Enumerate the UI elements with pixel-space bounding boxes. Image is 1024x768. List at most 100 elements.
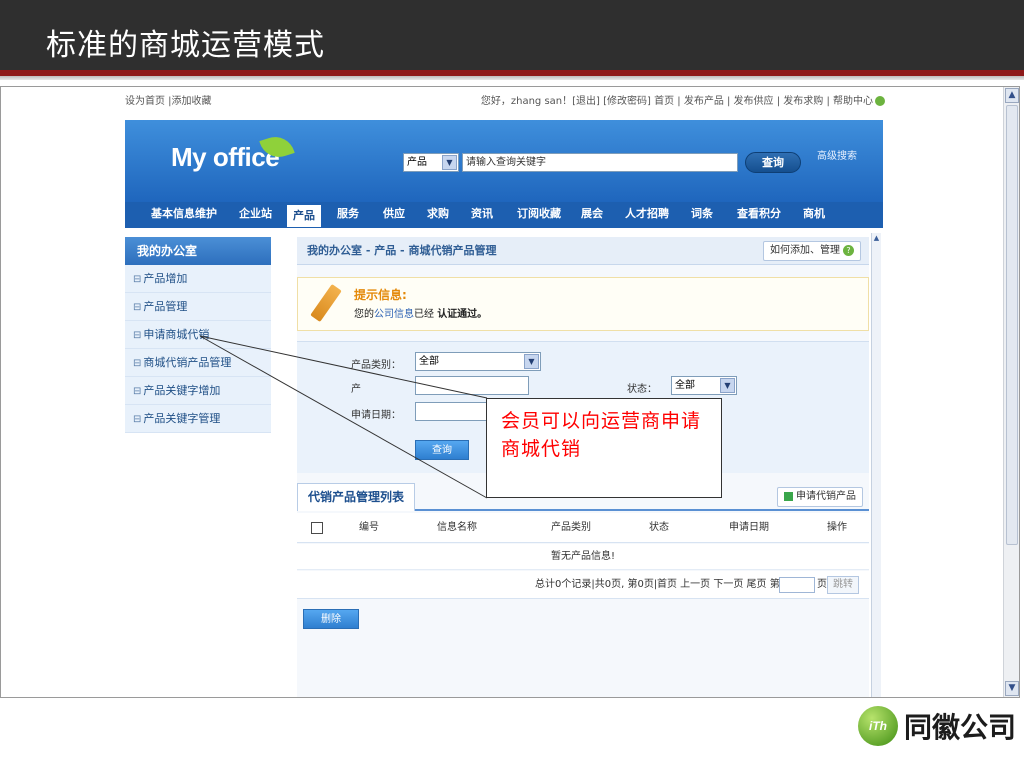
nav-item-supply[interactable]: 供应 <box>383 202 405 226</box>
slide-header: 标准的商城运营模式 <box>0 0 1024 72</box>
company-logo-icon: iTh <box>858 706 898 746</box>
site-banner: My office 产品 ▼ 请输入查询关键字 查询 高级搜索 <box>125 120 883 202</box>
scroll-down-button[interactable]: ▼ <box>1005 681 1019 696</box>
column-header-name: 信息名称 <box>437 522 477 533</box>
slide-title: 标准的商城运营模式 <box>46 28 325 63</box>
sidebar-item-label: 产品关键字增加 <box>143 384 221 397</box>
chevron-down-icon[interactable]: ▼ <box>720 378 735 393</box>
product-name-label: 产 <box>351 384 361 395</box>
notice-text-prefix: 您的 <box>354 309 374 320</box>
select-all-checkbox[interactable] <box>311 522 323 534</box>
nav-item-terms[interactable]: 词条 <box>691 202 713 226</box>
notice-text: 您的公司信息已经 认证通过。 <box>354 305 487 320</box>
nav-item-enterprise-site[interactable]: 企业站 <box>239 202 272 226</box>
nav-item-purchase[interactable]: 求购 <box>427 202 449 226</box>
nav-item-news[interactable]: 资讯 <box>471 202 493 226</box>
nav-item-products[interactable]: 产品 <box>287 205 321 227</box>
howto-button[interactable]: 如何添加、管理? <box>763 241 861 261</box>
sidebar-item-manage-keywords[interactable]: ⊟ 产品关键字管理 <box>125 405 271 433</box>
sidebar-item-label: 产品关键字管理 <box>143 412 221 425</box>
top-links-right: 您好，zhang san！[退出] [修改密码] 首页 | 发布产品 | 发布供… <box>481 87 885 117</box>
sidebar-item-add-keyword[interactable]: ⊟ 产品关键字增加 <box>125 377 271 405</box>
browser-window: 设为首页 |添加收藏 您好，zhang san！[退出] [修改密码] 首页 |… <box>0 86 1020 698</box>
breadcrumb: 我的办公室 - 产品 - 商城代销产品管理 如何添加、管理? <box>297 237 869 265</box>
callout-text: 会员可以向运营商申请商城代销 <box>501 410 702 460</box>
nav-item-services[interactable]: 服务 <box>337 202 359 226</box>
delete-button[interactable]: 删除 <box>303 609 359 629</box>
category-select-value: 全部 <box>419 356 439 367</box>
collapse-icon: ⊟ <box>133 414 142 425</box>
chevron-down-icon[interactable]: ▼ <box>442 155 457 170</box>
nav-item-points[interactable]: 查看积分 <box>737 202 781 226</box>
collapse-icon: ⊟ <box>133 386 142 397</box>
scroll-up-button[interactable]: ▲ <box>1005 88 1019 103</box>
sidebar-item-add-product[interactable]: ⊟ 产品增加 <box>125 265 271 293</box>
sidebar-item-consignment-management[interactable]: ⊟ 商城代销产品管理 <box>125 349 271 377</box>
top-links-left[interactable]: 设为首页 |添加收藏 <box>125 87 212 117</box>
top-links-right-text[interactable]: 您好，zhang san！[退出] [修改密码] 首页 | 发布产品 | 发布供… <box>481 96 873 107</box>
sidebar-item-label: 申请商城代销 <box>143 328 210 341</box>
status-select-value: 全部 <box>675 380 695 391</box>
breadcrumb-text: 我的办公室 - 产品 - 商城代销产品管理 <box>307 244 497 257</box>
product-name-input[interactable] <box>415 376 529 395</box>
column-header-category: 产品类别 <box>551 522 591 533</box>
notice-text-status: 认证通过。 <box>437 309 488 320</box>
search-button[interactable]: 查询 <box>745 152 801 173</box>
sidebar-title: 我的办公室 <box>125 237 271 265</box>
add-icon <box>784 491 793 501</box>
column-header-id: 编号 <box>359 522 379 533</box>
search-category-select[interactable]: 产品 ▼ <box>403 153 459 172</box>
collapse-icon: ⊟ <box>133 330 142 341</box>
status-select[interactable]: 全部 ▼ <box>671 376 737 395</box>
date-label: 申请日期： <box>351 410 401 421</box>
apply-button-label: 申请代销产品 <box>796 491 856 502</box>
collapse-icon: ⊟ <box>133 358 142 369</box>
search-input[interactable]: 请输入查询关键字 <box>462 153 738 172</box>
go-button[interactable]: 跳转 <box>827 576 859 594</box>
column-header-status: 状态 <box>649 522 669 533</box>
sidebar-item-manage-products[interactable]: ⊟ 产品管理 <box>125 293 271 321</box>
pager-info: 总计0个记录|共0页, 第0页| <box>535 579 658 590</box>
apply-consignment-button[interactable]: 申请代销产品 <box>777 487 863 507</box>
nav-item-basic-info[interactable]: 基本信息维护 <box>151 202 217 226</box>
collapse-icon: ⊟ <box>133 274 142 285</box>
browser-scrollbar[interactable]: ▲ ▼ <box>1003 87 1019 697</box>
header-divider-shadow <box>0 76 1024 80</box>
empty-table-message: 暂无产品信息! <box>297 544 869 570</box>
nav-item-exhibitions[interactable]: 展会 <box>581 202 603 226</box>
list-title-tab: 代销产品管理列表 <box>297 483 416 511</box>
chevron-down-icon[interactable]: ▼ <box>524 354 539 369</box>
top-links-bar: 设为首页 |添加收藏 您好，zhang san！[退出] [修改密码] 首页 |… <box>125 87 885 117</box>
notice-box: 提示信息: 您的公司信息已经 认证通过。 <box>297 277 869 331</box>
company-name: 同徽公司 <box>904 711 1017 744</box>
query-button[interactable]: 查询 <box>415 440 469 460</box>
status-label: 状态： <box>627 384 657 395</box>
notice-title: 提示信息: <box>354 288 407 302</box>
sidebar-item-label: 产品增加 <box>143 272 188 285</box>
notice-text-middle: 已经 <box>414 309 438 320</box>
search-category-value: 产品 <box>407 157 427 168</box>
nav-item-recruitment[interactable]: 人才招聘 <box>625 202 669 226</box>
web-page: 设为首页 |添加收藏 您好，zhang san！[退出] [修改密码] 首页 |… <box>125 87 885 697</box>
sidebar-item-apply-consignment[interactable]: ⊟ 申请商城代销 <box>125 321 271 349</box>
column-header-date: 申请日期 <box>729 522 769 533</box>
pager-links[interactable]: 首页 上一页 下一页 尾页 第 <box>657 571 780 599</box>
advanced-search-link[interactable]: 高级搜索 <box>817 147 857 162</box>
nav-item-subscriptions[interactable]: 订阅收藏 <box>517 202 561 226</box>
howto-button-label: 如何添加、管理 <box>770 245 840 256</box>
category-select[interactable]: 全部 ▼ <box>415 352 541 371</box>
category-label: 产品类别： <box>351 360 401 371</box>
column-header-actions: 操作 <box>827 522 847 533</box>
main-nav: 基本信息维护 企业站 产品 服务 供应 求购 资讯 订阅收藏 展会 人才招聘 词… <box>125 202 883 228</box>
page-number-input[interactable] <box>779 577 815 593</box>
scroll-up-icon[interactable]: ▲ <box>872 233 881 243</box>
help-icon: ? <box>843 244 854 256</box>
inner-scrollbar[interactable]: ▲ <box>871 233 881 697</box>
help-ok-icon <box>875 96 885 106</box>
scroll-thumb[interactable] <box>1006 105 1018 545</box>
pencil-icon <box>310 283 342 323</box>
nav-item-business[interactable]: 商机 <box>803 202 825 226</box>
company-info-link[interactable]: 公司信息 <box>374 309 414 320</box>
annotation-callout: 会员可以向运营商申请商城代销 <box>486 398 722 498</box>
sidebar-item-label: 商城代销产品管理 <box>143 356 232 369</box>
